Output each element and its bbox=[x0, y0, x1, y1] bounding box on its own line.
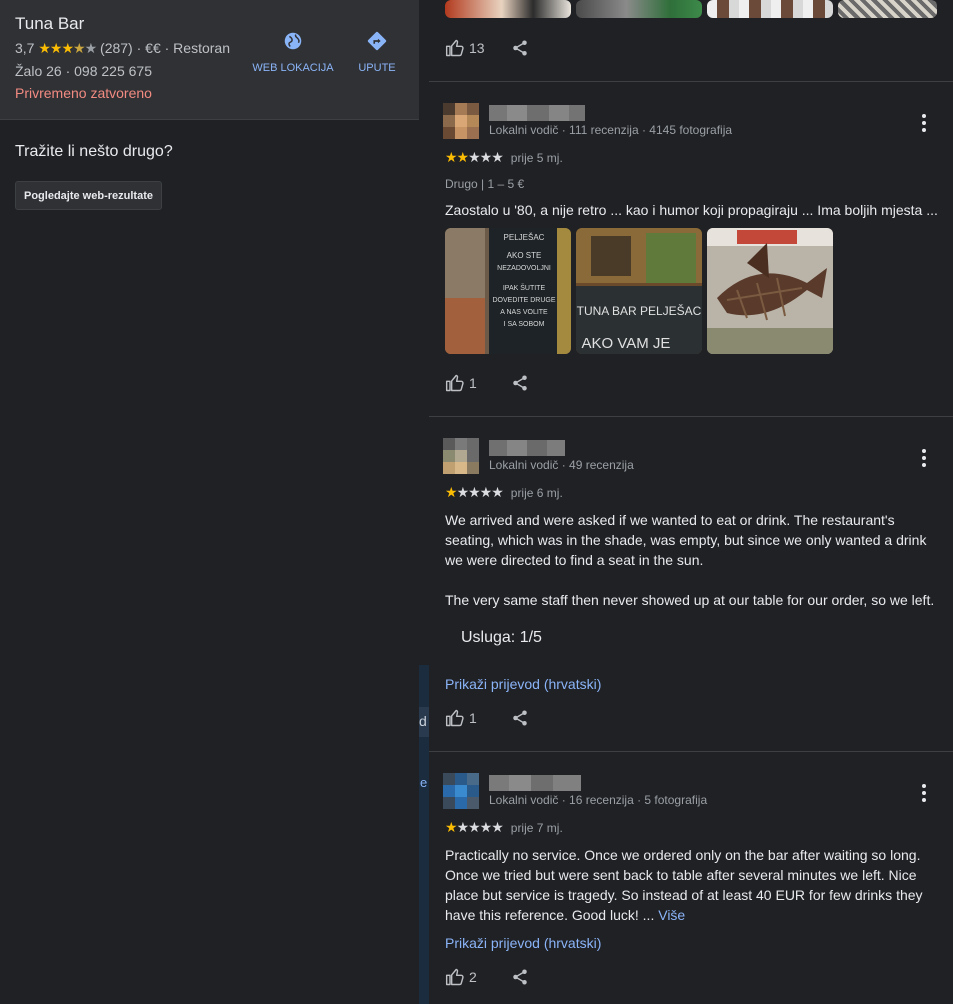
sign-line: IPAK ŠUTITE bbox=[503, 283, 546, 292]
divider bbox=[429, 416, 953, 417]
stars-half: ★ bbox=[73, 40, 86, 56]
divider bbox=[429, 751, 953, 752]
globe-icon bbox=[284, 32, 302, 50]
like-count: 2 bbox=[469, 969, 477, 985]
like-count: 13 bbox=[469, 40, 485, 56]
share-icon[interactable] bbox=[511, 39, 529, 57]
like-count: 1 bbox=[469, 710, 477, 726]
map-edge[interactable]: d e bbox=[419, 665, 429, 1004]
stars-filled: ★★★ bbox=[38, 40, 74, 56]
sign-line: AKO VAM JE bbox=[582, 335, 671, 352]
place-name[interactable]: Tuna Bar bbox=[15, 14, 84, 34]
map-label-fragment: d bbox=[419, 713, 427, 729]
place-address: Žalo 26 · 098 225 675 bbox=[15, 63, 152, 79]
price-category: · €€ · Restoran bbox=[132, 40, 230, 56]
like-count: 1 bbox=[469, 375, 477, 391]
review-rating: ★★★★★ prije 5 mj. bbox=[445, 149, 563, 166]
review-photo[interactable] bbox=[576, 0, 702, 18]
review-photo[interactable] bbox=[707, 228, 833, 354]
sign-line: I SA SOBOM bbox=[504, 321, 545, 328]
avatar[interactable] bbox=[443, 773, 479, 809]
share-icon[interactable] bbox=[511, 968, 529, 986]
divider bbox=[429, 81, 953, 82]
review-date: prije 5 mj. bbox=[510, 151, 563, 165]
review-photo[interactable]: TUNA BAR PELJEŠAC AKO VAM JE bbox=[576, 228, 702, 354]
review-text: Practically no service. Once we ordered … bbox=[445, 845, 937, 925]
avatar[interactable] bbox=[443, 438, 479, 474]
translate-link[interactable]: Prikaži prijevod (hrvatski) bbox=[445, 676, 601, 692]
review-text: Zaostalo u '80, a nije retro ... kao i h… bbox=[445, 202, 938, 218]
review-paragraph: We arrived and were asked if we wanted t… bbox=[445, 512, 927, 568]
more-options-icon[interactable] bbox=[915, 112, 933, 134]
stars-empty: ★★★★ bbox=[456, 484, 504, 500]
sculpture-photo bbox=[707, 228, 833, 354]
stars-empty: ★★★★ bbox=[456, 819, 504, 835]
review-stars: ★★★★★ bbox=[445, 484, 504, 500]
share-icon[interactable] bbox=[511, 374, 529, 392]
more-link[interactable]: Više bbox=[658, 907, 685, 923]
review-rating: ★★★★★ prije 7 mj. bbox=[445, 819, 563, 836]
translate-link[interactable]: Prikaži prijevod (hrvatski) bbox=[445, 935, 601, 951]
website-button[interactable]: WEB LOKACIJA bbox=[252, 30, 334, 74]
stars-empty: ★ bbox=[84, 40, 98, 56]
directions-button[interactable]: UPUTE bbox=[352, 30, 402, 74]
place-card: Tuna Bar 3,7 ★★★★★ (287) · €€ · Restoran… bbox=[0, 0, 419, 120]
sign-photo-1: PELJEŠAC AKO STE NEZADOVOLJNI IPAK ŠUTIT… bbox=[445, 228, 571, 354]
reviews-panel: 13 Lokalni vodič · 111 recenzija · 4145 … bbox=[429, 0, 953, 1004]
review-photo[interactable] bbox=[707, 0, 833, 18]
thumbs-up-icon[interactable] bbox=[445, 373, 465, 393]
sign-photo-2: TUNA BAR PELJEŠAC AKO VAM JE bbox=[576, 228, 702, 354]
review-paragraph: The very same staff then never showed up… bbox=[445, 592, 935, 608]
rating-stars: ★★★★★ bbox=[38, 40, 98, 56]
status-closed: Privremeno zatvoreno bbox=[15, 85, 152, 101]
stars-empty: ★★★ bbox=[468, 149, 504, 165]
website-label: WEB LOKACIJA bbox=[252, 62, 334, 74]
sign-line: PELJEŠAC bbox=[504, 233, 545, 242]
rating-value: 3,7 bbox=[15, 40, 35, 56]
thumbs-up-icon[interactable] bbox=[445, 38, 465, 58]
review-photo[interactable] bbox=[838, 0, 937, 18]
sign-line: DOVEDITE DRUGE bbox=[492, 297, 555, 304]
reviewer-meta: Lokalni vodič · 49 recenzija bbox=[489, 458, 634, 472]
thumbs-up-icon[interactable] bbox=[445, 967, 465, 987]
stars-filled: ★ bbox=[445, 819, 458, 835]
left-panel: Tuna Bar 3,7 ★★★★★ (287) · €€ · Restoran… bbox=[0, 0, 419, 1004]
thumbs-up-icon[interactable] bbox=[445, 708, 465, 728]
reviewer-meta: Lokalni vodič · 16 recenzija · 5 fotogra… bbox=[489, 793, 708, 807]
stars-filled: ★ bbox=[445, 484, 458, 500]
web-results-button[interactable]: Pogledajte web-rezultate bbox=[15, 181, 162, 210]
stars-filled: ★★ bbox=[445, 149, 469, 165]
sign-line: NEZADOVOLJNI bbox=[497, 265, 551, 272]
directions-icon bbox=[367, 31, 387, 51]
review-stars: ★★★★★ bbox=[445, 149, 504, 165]
review-text: We arrived and were asked if we wanted t… bbox=[445, 510, 937, 610]
map-label-fragment-2: e bbox=[420, 775, 428, 790]
review-stars: ★★★★★ bbox=[445, 819, 504, 835]
review-date: prije 7 mj. bbox=[510, 821, 563, 835]
more-options-icon[interactable] bbox=[915, 782, 933, 804]
reviewer-meta: Lokalni vodič · 111 recenzija · 4145 fot… bbox=[489, 123, 733, 137]
review-tags: Drugo | 1 – 5 € bbox=[445, 177, 525, 191]
service-rating: Usluga: 1/5 bbox=[461, 629, 542, 646]
sign-line: TUNA BAR PELJEŠAC bbox=[577, 303, 702, 318]
place-meta: 3,7 ★★★★★ (287) · €€ · Restoran bbox=[15, 40, 230, 57]
review-photo[interactable] bbox=[445, 0, 571, 18]
review-date: prije 6 mj. bbox=[510, 486, 563, 500]
avatar[interactable] bbox=[443, 103, 479, 139]
more-options-icon[interactable] bbox=[915, 447, 933, 469]
search-other-heading: Tražite li nešto drugo? bbox=[15, 143, 173, 160]
sign-line: AKO STE bbox=[507, 251, 542, 260]
sign-line: A NAS VOLITE bbox=[500, 309, 548, 316]
reviews-count-link[interactable]: (287) bbox=[100, 40, 133, 56]
share-icon[interactable] bbox=[511, 709, 529, 727]
review-rating: ★★★★★ prije 6 mj. bbox=[445, 484, 563, 501]
directions-label: UPUTE bbox=[358, 62, 396, 74]
review-photo[interactable]: PELJEŠAC AKO STE NEZADOVOLJNI IPAK ŠUTIT… bbox=[445, 228, 571, 354]
